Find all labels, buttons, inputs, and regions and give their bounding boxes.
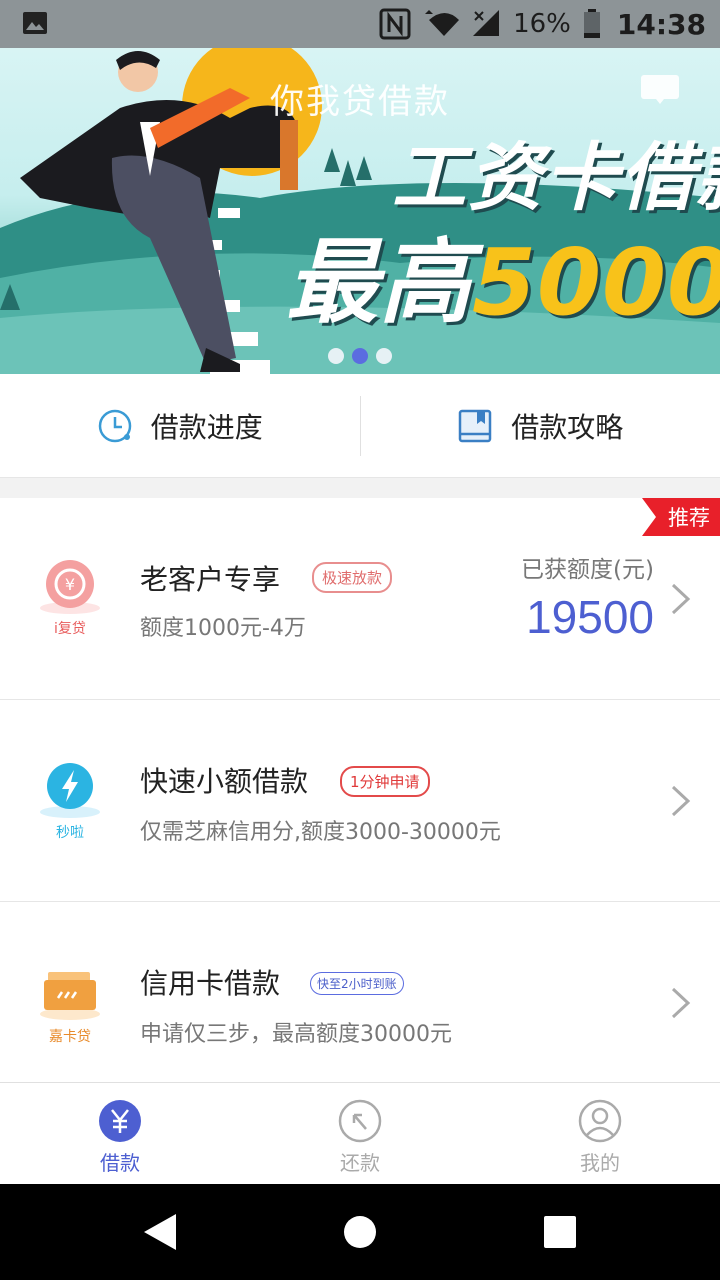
product-tag: 快至2小时到账 [310, 972, 404, 995]
product-title: 信用卡借款 [140, 967, 281, 1000]
wifi-icon [425, 10, 460, 36]
chevron-right-icon [671, 987, 691, 1019]
back-icon[interactable] [142, 1212, 178, 1252]
loan-guide-button[interactable]: 借款攻略 [361, 374, 720, 477]
system-nav-bar [0, 1184, 720, 1280]
product-desc: 仅需芝麻信用分,额度3000-30000元 [140, 820, 501, 845]
banner-subline-prefix: 最高 [286, 229, 473, 336]
battery-icon [583, 9, 600, 38]
product-brand: i复贷 [54, 621, 86, 637]
tab-label: 还款 [340, 1151, 380, 1175]
status-icons: 16% 14:38 [379, 0, 706, 48]
lightning-icon [40, 763, 100, 818]
product-desc: 额度1000元-4万 [140, 616, 306, 641]
product-card-miaola[interactable]: 秒啦 快速小额借款 1分钟申请 仅需芝麻信用分,额度3000-30000元 [0, 700, 720, 902]
recents-icon[interactable] [544, 1216, 576, 1248]
recommend-ribbon: 推荐 [642, 498, 720, 536]
user-icon [578, 1099, 622, 1143]
book-icon [458, 409, 492, 442]
nfc-icon [379, 8, 411, 40]
status-bar: 16% 14:38 [0, 0, 720, 48]
banner-title: 你我贷借款 [270, 82, 450, 122]
tab-mine[interactable]: 我的 [480, 1083, 720, 1184]
refresh-yen-icon: ¥ [40, 560, 100, 614]
yen-icon [99, 1100, 141, 1142]
banner-amount: 50000 [472, 229, 720, 336]
carousel-dot[interactable] [376, 348, 392, 364]
app-screen: 16% 14:38 你我贷借款 工资卡借 最高500 借款进度 借款攻略 推荐 … [0, 0, 720, 1280]
home-icon[interactable] [344, 1216, 376, 1248]
product-brand: 秒啦 [56, 825, 84, 841]
product-brand: 嘉卡贷 [49, 1029, 91, 1045]
chevron-right-icon [671, 785, 691, 817]
promo-banner[interactable]: 你我贷借款 工资卡借款 最高50000 [0, 48, 720, 374]
clock-time: 14:38 [616, 7, 706, 41]
product-title: 快速小额借款 [140, 765, 309, 798]
tab-label: 我的 [580, 1151, 620, 1175]
carousel-dot[interactable] [328, 348, 344, 364]
battery-percent: 16% [513, 9, 571, 39]
tab-repay[interactable]: 还款 [240, 1083, 480, 1184]
jiakadai-logo: 嘉卡贷 [38, 966, 102, 1046]
product-card-jiakadai[interactable]: 嘉卡贷 信用卡借款 快至2小时到账 申请仅三步，最高额度30000元 [0, 902, 720, 1086]
clock-icon [98, 409, 131, 442]
image-icon [23, 12, 47, 34]
miaola-logo: 秒啦 [38, 762, 102, 842]
quota-label: 已获额度(元) [521, 557, 654, 583]
loan-progress-label: 借款进度 [150, 410, 263, 444]
carousel-dot-active[interactable] [352, 348, 368, 364]
product-card-ifudai[interactable]: 推荐 ¥ i复贷 老客户专享 极速放款 额度1000元-4万 已获额度(元) 1… [0, 498, 720, 700]
banner-subline: 最高50000 [286, 208, 720, 341]
ifudai-logo: ¥ i复贷 [38, 558, 102, 638]
carousel-dots [328, 348, 392, 364]
loan-guide-label: 借款攻略 [511, 410, 624, 444]
product-desc: 申请仅三步，最高额度30000元 [140, 1022, 452, 1047]
product-tag: 极速放款 [312, 562, 393, 593]
loan-progress-button[interactable]: 借款进度 [0, 374, 360, 477]
quota-value: 19500 [526, 591, 654, 643]
message-icon[interactable] [640, 74, 680, 104]
repay-icon [338, 1099, 382, 1143]
quick-actions: 借款进度 借款攻略 [0, 374, 720, 478]
product-list: 推荐 ¥ i复贷 老客户专享 极速放款 额度1000元-4万 已获额度(元) 1… [0, 498, 720, 1086]
chevron-right-icon [671, 583, 691, 615]
svg-text:¥: ¥ [65, 575, 75, 594]
cell-signal-icon [473, 10, 500, 36]
bottom-tab-bar: 借款 还款 我的 [0, 1082, 720, 1184]
tab-label: 借款 [100, 1151, 140, 1175]
credit-card-icon [40, 972, 100, 1020]
product-title: 老客户专享 [140, 563, 281, 596]
product-tag: 1分钟申请 [340, 766, 430, 797]
tab-borrow[interactable]: 借款 [0, 1083, 240, 1184]
